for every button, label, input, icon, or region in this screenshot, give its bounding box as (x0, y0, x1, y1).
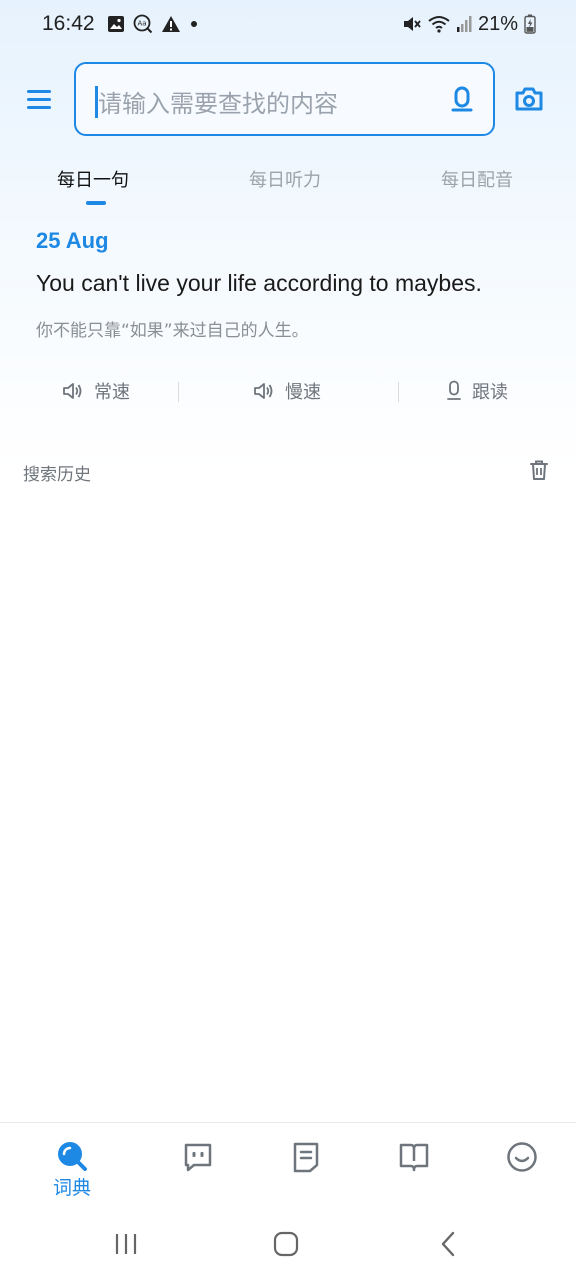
camera-icon (515, 87, 543, 111)
nav-notes[interactable] (276, 1141, 336, 1201)
nav-chat[interactable] (168, 1141, 228, 1201)
back-icon (441, 1231, 455, 1257)
book-icon (399, 1143, 429, 1172)
tab-daily-dubbing[interactable]: 每日配音 (441, 166, 513, 192)
nav-profile[interactable] (492, 1141, 552, 1201)
voice-search-button[interactable] (449, 84, 475, 118)
tab-active-indicator (86, 201, 106, 205)
follow-read-label: 跟读 (472, 382, 508, 403)
normal-speed-label: 常速 (94, 382, 130, 403)
smiley-icon (507, 1142, 537, 1172)
nav-dictionary-label: 词典 (52, 1177, 91, 1199)
svg-text:Aa: Aa (137, 20, 146, 28)
status-left: 16:42 Aa (42, 12, 199, 36)
gallery-icon (107, 15, 125, 33)
play-normal-speed-button[interactable]: 常速 (62, 378, 130, 404)
wifi-icon (428, 15, 450, 33)
follow-read-button[interactable]: 跟读 (446, 378, 508, 404)
microphone-icon (447, 380, 461, 400)
hamburger-icon (27, 90, 51, 109)
back-button[interactable] (428, 1228, 468, 1260)
status-bar: 16:42 Aa 21% (0, 0, 576, 48)
tab-daily-listening[interactable]: 每日听力 (249, 166, 321, 192)
recent-apps-button[interactable] (106, 1228, 146, 1260)
battery-icon (524, 14, 536, 34)
divider (398, 382, 399, 402)
divider (178, 382, 179, 402)
play-slow-speed-button[interactable]: 慢速 (253, 378, 321, 404)
search-history-title: 搜索历史 (23, 465, 91, 485)
search-placeholder: 请输入需要查找的内容 (98, 90, 338, 118)
translate-icon: Aa (133, 14, 153, 34)
recent-apps-icon (115, 1234, 137, 1254)
status-time: 16:42 (42, 12, 95, 35)
audio-controls: 常速 慢速 跟读 (0, 372, 576, 412)
slow-speed-label: 慢速 (285, 382, 321, 403)
system-navigation-bar (0, 1208, 576, 1280)
nav-dictionary[interactable]: 词典 (42, 1141, 102, 1201)
menu-button[interactable] (24, 82, 54, 116)
sentence-english[interactable]: You can't live your life according to ma… (36, 270, 482, 297)
search-input[interactable]: 请输入需要查找的内容 (74, 62, 495, 136)
trash-icon (530, 460, 548, 480)
microphone-icon (451, 86, 473, 112)
mute-icon (402, 15, 422, 33)
home-icon (273, 1231, 299, 1257)
battery-percent: 21% (477, 12, 518, 35)
sentence-chinese: 你不能只靠“如果”来过自己的人生。 (36, 321, 309, 341)
speaker-icon (63, 383, 82, 399)
speaker-icon (254, 383, 273, 399)
tab-daily-sentence[interactable]: 每日一句 (57, 166, 129, 192)
warning-icon (161, 15, 181, 33)
dot-icon (189, 19, 199, 29)
robot-chat-icon (184, 1143, 212, 1172)
camera-search-button[interactable] (512, 82, 546, 116)
bottom-navigation: 词典 (0, 1122, 576, 1208)
home-button[interactable] (266, 1228, 306, 1260)
document-icon (293, 1142, 319, 1173)
status-right: 21% (402, 13, 536, 36)
dictionary-search-icon (58, 1142, 87, 1171)
signal-icon (456, 15, 472, 33)
nav-books[interactable] (384, 1141, 444, 1201)
content-tabs: 每日一句 每日听力 每日配音 (0, 160, 576, 208)
sentence-date: 25 Aug (36, 228, 109, 253)
search-header: 请输入需要查找的内容 (0, 60, 576, 138)
clear-history-button[interactable] (526, 457, 552, 483)
